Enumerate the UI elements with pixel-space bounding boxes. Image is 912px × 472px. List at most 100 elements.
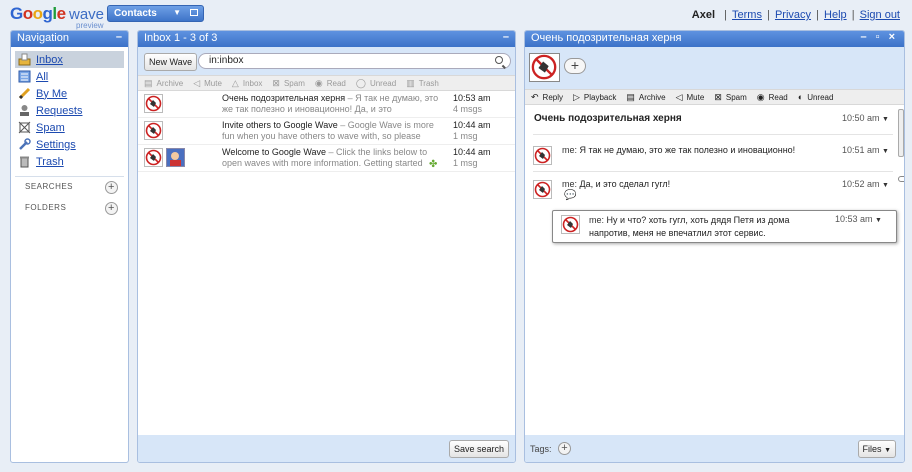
blip-timestamp[interactable]: 10:50 am ▼ [842, 113, 889, 123]
mute-action[interactable]: ◁ Mute [193, 78, 222, 89]
trash-icon: ▥ [406, 77, 415, 88]
participant-avatar[interactable] [529, 53, 560, 82]
blip-timestamp[interactable]: 10:52 am ▼ [842, 179, 889, 189]
inbox-header: Inbox 1 - 3 of 3 – [138, 31, 515, 47]
inbox-icon [18, 53, 31, 66]
wave-meta: 10:44 am 1 msg [453, 147, 491, 168]
chevron-down-icon: ▼ [882, 148, 889, 155]
navigation-list: Inbox All By Me Requests Spam Settings T… [11, 47, 128, 170]
read-icon: ◉ [314, 77, 323, 88]
unread-icon: ◐ [797, 92, 804, 102]
blip-message[interactable]: me: Я так не думаю, это же так полезно и… [562, 145, 832, 155]
blip-timestamp[interactable]: 10:51 am ▼ [842, 145, 889, 155]
playback-action[interactable]: ▷ Playback [573, 92, 616, 103]
wave-footer: Tags: + Files ▼ [525, 435, 904, 462]
nav-item-all[interactable]: All [15, 68, 124, 85]
blip-message[interactable]: me: Да, и это сделал гугл! [562, 179, 832, 189]
wave-row[interactable]: Очень подозрительная херня – Я так не ду… [138, 91, 515, 118]
unread-action[interactable]: ◯ Unread [356, 78, 396, 89]
read-action[interactable]: ◉ Read [757, 92, 788, 103]
nav-item-spam[interactable]: Spam [15, 119, 124, 136]
files-button[interactable]: Files ▼ [857, 440, 896, 458]
nav-label-by-me: By Me [36, 87, 68, 100]
top-navigation: Axel | Terms | Privacy | Help | Sign out [691, 9, 900, 21]
contacts-button[interactable]: Contacts ▼ [107, 5, 204, 22]
window-controls[interactable]: – ▫ × [860, 31, 898, 43]
inbox-action[interactable]: △ Inbox [232, 78, 263, 89]
logo-preview-text: preview [76, 21, 104, 30]
spam-action[interactable]: ⊠ Spam [714, 92, 746, 103]
tags-label: Tags: [530, 444, 552, 454]
folders-section: FOLDERS + [15, 198, 124, 220]
inbox-actionbar: ▤ Archive ◁ Mute △ Inbox ⊠ Spam ◉ Read ◯ Unrea… [138, 75, 515, 91]
minimize-icon[interactable]: – [503, 31, 509, 43]
chevron-down-icon: ▼ [875, 217, 882, 224]
search-icon[interactable] [495, 56, 503, 64]
popout-icon[interactable] [190, 9, 198, 16]
archive-icon: ▤ [144, 77, 153, 88]
help-link[interactable]: Help [824, 9, 847, 21]
nav-item-requests[interactable]: Requests [15, 102, 124, 119]
scrollbar[interactable] [898, 109, 904, 157]
inbox-footer: Save search [138, 435, 515, 462]
spam-icon: ⊠ [272, 77, 280, 88]
add-folder-icon[interactable]: + [105, 202, 118, 215]
spam-icon: ⊠ [714, 91, 722, 102]
playback-icon: ▷ [573, 91, 580, 102]
terms-link[interactable]: Terms [732, 9, 762, 21]
avatar [144, 94, 163, 113]
search-input[interactable]: in:inbox [198, 53, 511, 69]
sign-out-link[interactable]: Sign out [860, 9, 900, 21]
spam-action[interactable]: ⊠ Spam [272, 78, 304, 89]
reply-blip[interactable]: me: Ну и что? хоть гугл, хоть дядя Петя … [552, 210, 897, 243]
add-participant-button[interactable]: + [564, 58, 586, 74]
wave-row[interactable]: Welcome to Google Wave – Click the links… [138, 145, 515, 172]
logo-google-text: Google [10, 4, 66, 23]
chevron-down-icon[interactable]: ▼ [173, 8, 181, 17]
blip-message: me: Ну и что? хоть гугл, хоть дядя Петя … [589, 215, 790, 238]
nav-item-by-me[interactable]: By Me [15, 85, 124, 102]
add-search-icon[interactable]: + [105, 181, 118, 194]
search-value: in:inbox [209, 55, 244, 66]
new-wave-button[interactable]: New Wave [144, 53, 198, 71]
read-action[interactable]: ◉ Read [315, 78, 346, 89]
save-search-button[interactable]: Save search [448, 440, 509, 458]
mute-icon: ◁ [675, 91, 683, 102]
scroll-handle[interactable] [898, 176, 904, 182]
avatar [561, 215, 580, 234]
navigation-header: Navigation – [11, 31, 128, 47]
nav-label-settings: Settings [36, 138, 76, 151]
spam-icon [18, 121, 31, 134]
divider [533, 171, 893, 172]
mute-action[interactable]: ◁ Mute [676, 92, 705, 103]
navigation-title: Navigation [17, 32, 69, 44]
wave-row[interactable]: Invite others to Google Wave – Google Wa… [138, 118, 515, 145]
add-tag-icon[interactable]: + [558, 442, 571, 455]
inbox-title: Inbox 1 - 3 of 3 [144, 32, 218, 44]
chevron-down-icon: ▼ [882, 182, 889, 189]
avatar [144, 148, 163, 167]
minimize-icon[interactable]: – [116, 31, 122, 43]
requests-icon [18, 104, 31, 117]
archive-action[interactable]: ▤ Archive [626, 92, 665, 103]
reply-icon: ↶ [531, 91, 539, 102]
privacy-link[interactable]: Privacy [775, 9, 811, 21]
nav-item-settings[interactable]: Settings [15, 136, 124, 153]
unread-action[interactable]: ◐ Unread [798, 92, 834, 102]
nav-item-inbox[interactable]: Inbox [15, 51, 124, 68]
trash-action[interactable]: ▥ Trash [406, 78, 439, 89]
puzzle-icon: ✤ [429, 159, 438, 170]
trash-icon [18, 155, 31, 168]
reply-action[interactable]: ↶ Reply [531, 92, 563, 103]
wave-title: Очень подозрительная херня [531, 32, 682, 44]
archive-action[interactable]: ▤ Archive [144, 78, 183, 89]
avatar [533, 146, 552, 165]
folders-label: FOLDERS [25, 203, 67, 212]
blip-timestamp[interactable]: 10:53 am ▼ [835, 214, 882, 224]
archive-icon: ▤ [626, 91, 635, 102]
reply-bubble-icon[interactable]: 💬 [564, 190, 576, 201]
username: Axel [691, 9, 716, 21]
nav-item-trash[interactable]: Trash [15, 153, 124, 170]
wave-actionbar: ↶ Reply ▷ Playback ▤ Archive ◁ Mute ⊠ Spam ◉ R… [525, 89, 904, 105]
navigation-panel: Navigation – Inbox All By Me Requests Sp… [10, 30, 129, 463]
